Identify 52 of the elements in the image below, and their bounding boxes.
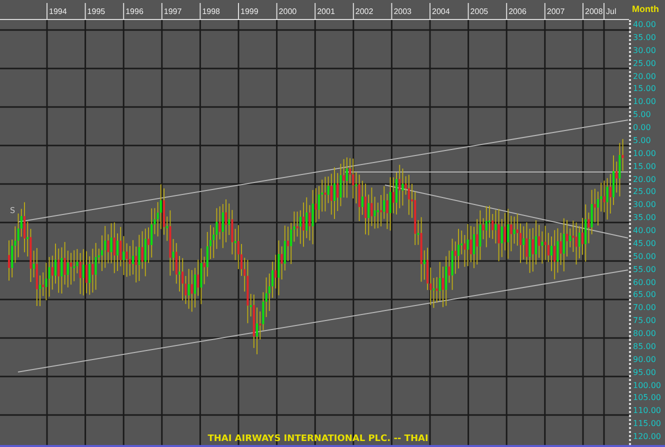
year-label: 1995 — [87, 7, 106, 16]
axis-label: 20.00 — [632, 72, 657, 80]
year-label: 2000 — [278, 7, 297, 16]
year-label: 2003 — [394, 7, 412, 16]
year-label: 2008 — [585, 7, 603, 16]
axis-label: 90.00 — [632, 354, 657, 364]
axis-label: 5.00 — [632, 110, 652, 120]
axis-label: 30.00 — [632, 46, 657, 55]
axis-label: 50.00 — [632, 252, 657, 261]
axis-label: 15.00 — [632, 162, 657, 171]
axis-label: 60.00 — [632, 278, 657, 286]
axis-label: 20.00 — [632, 174, 657, 184]
period-label: Month — [631, 3, 660, 16]
axis-label: 45.00 — [632, 238, 657, 248]
axis-label: 85.00 — [632, 342, 657, 351]
axis-label: 120.00 — [632, 432, 662, 441]
year-label: 1999 — [240, 7, 258, 16]
chart-title: THAI AIRWAYS INTERNATIONAL PLC. -- THAI — [208, 434, 428, 444]
axis-label: 65.00 — [632, 290, 657, 300]
axis-label: 40.00 — [632, 226, 657, 235]
year-label: 2007 — [546, 7, 565, 16]
axis-label: 35.00 — [632, 213, 657, 222]
axis-label: 70.00 — [632, 303, 657, 312]
year-label: Jul — [606, 7, 616, 16]
axis-label: 0.00 — [632, 123, 652, 132]
axis-label: 15.00 — [632, 84, 657, 94]
axis-label: 75.00 — [632, 316, 657, 326]
axis-label: 30.00 — [632, 200, 657, 210]
axis-label: 25.00 — [632, 58, 657, 68]
marker-label: S — [10, 206, 16, 215]
axis-label: 95.00 — [632, 368, 657, 377]
axis-label: 100.00 — [632, 380, 662, 390]
axis-label: 5.00 — [632, 136, 652, 145]
axis-label: 40.00 — [632, 20, 657, 29]
year-label: 1994 — [49, 7, 67, 16]
axis-label: 10.00 — [632, 148, 657, 158]
axis-label: 110.00 — [632, 406, 662, 416]
year-label: 1996 — [126, 7, 144, 16]
axis-label: 10.00 — [632, 97, 657, 106]
axis-label: 55.00 — [632, 264, 657, 274]
year-label: 2004 — [432, 7, 450, 16]
axis-label: 35.00 — [632, 32, 657, 42]
axis-label: 105.00 — [632, 393, 662, 402]
year-label: 1997 — [164, 7, 182, 16]
axis-label: 25.00 — [632, 187, 657, 196]
year-label: 2005 — [470, 7, 488, 16]
axis-label: 80.00 — [632, 329, 657, 338]
year-label: 1998 — [202, 7, 220, 16]
year-label: 2001 — [317, 7, 335, 16]
axis-label: 115.00 — [632, 419, 662, 428]
year-label: 2002 — [355, 7, 374, 16]
year-label: 2006 — [508, 7, 526, 16]
